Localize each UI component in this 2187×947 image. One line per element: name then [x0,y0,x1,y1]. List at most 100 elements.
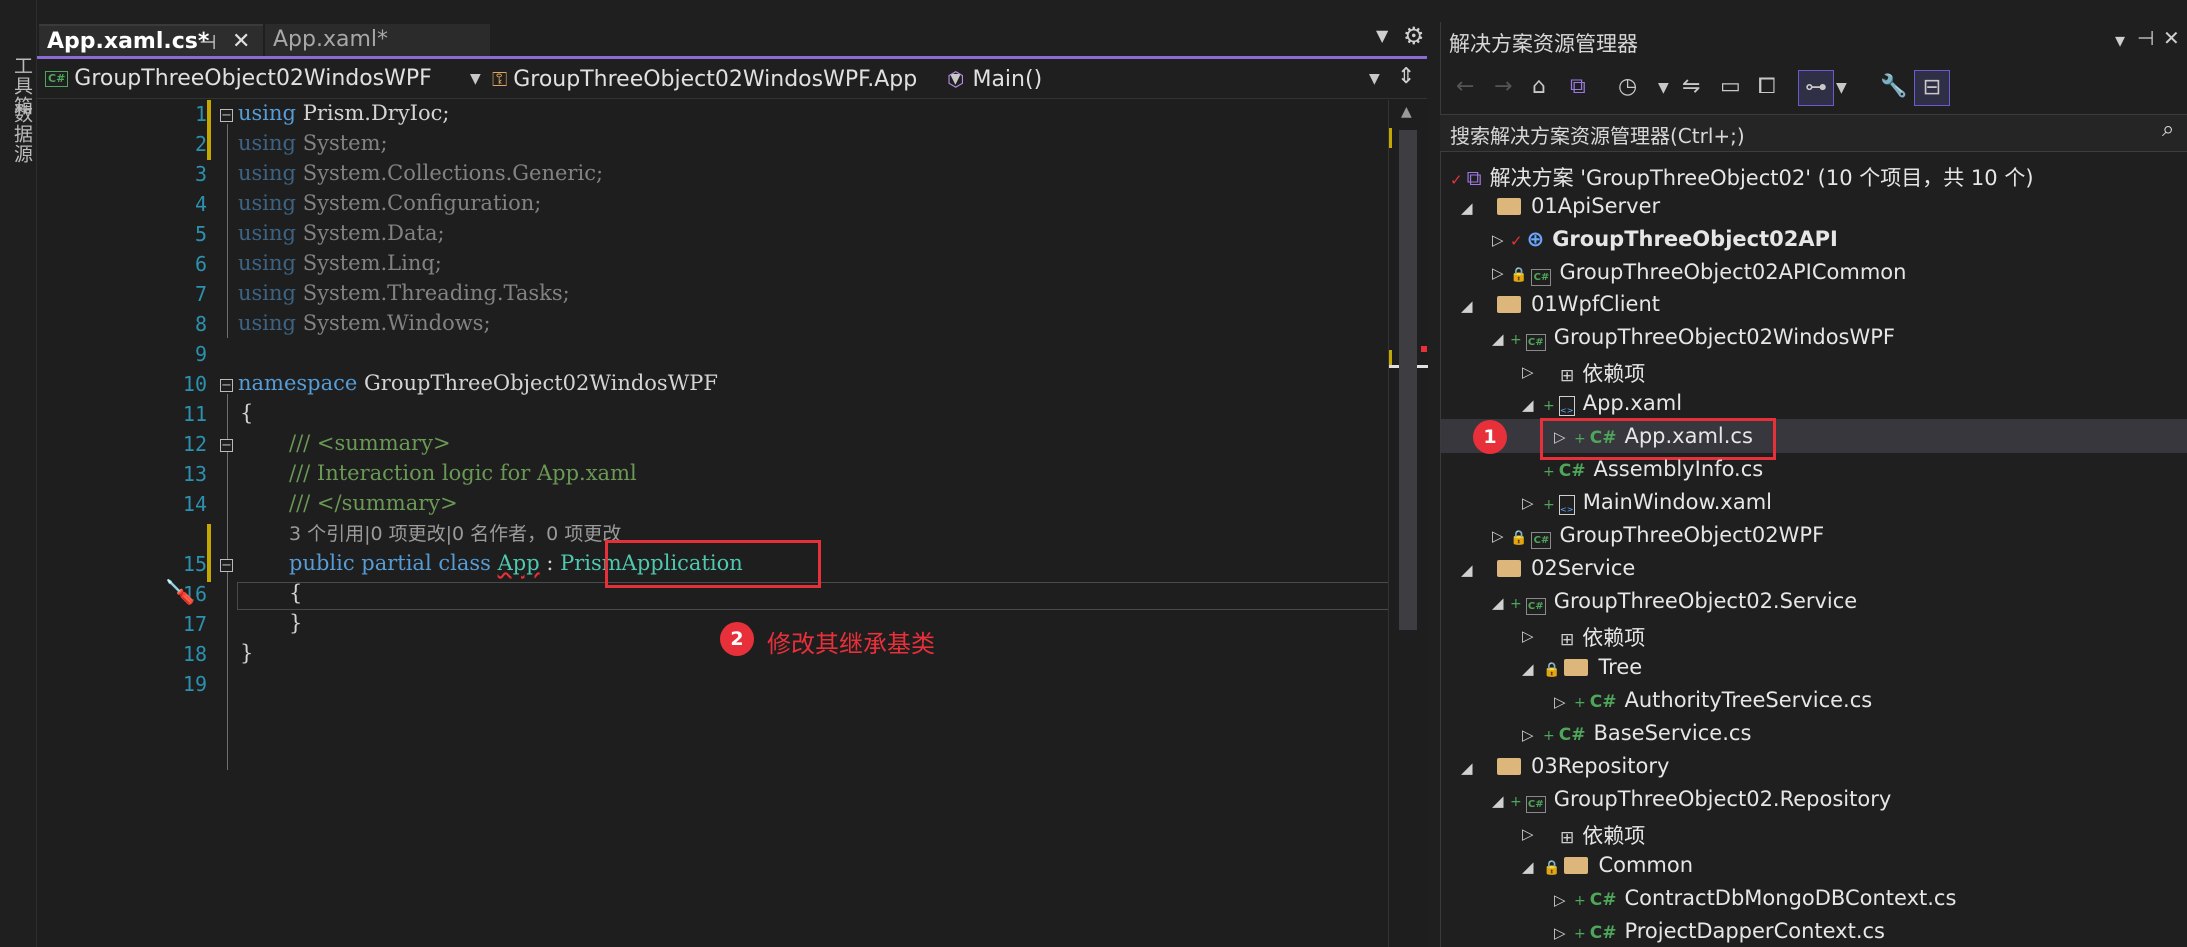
code-area[interactable]: 1 2 3 4 5 6 7 8 9 10 11 12 13 14 15 16 1… [37,100,1392,947]
collapse-all-icon[interactable]: ▭ [1720,74,1741,99]
solution-explorer-toolbar: ← → ⌂ ⧉ ◷ ▼ ⇋ ▭ ⧠ ⊶ ▼ 🔧 ⊟ [1440,66,2187,110]
datasource-tab[interactable]: 数据源 [9,104,36,164]
tree-file[interactable]: + C# AuthorityTreeService.cs [1574,688,1872,712]
tree-file[interactable]: + C# ProjectDapperContext.cs [1574,919,1885,943]
tree-folder[interactable]: 🔒 Common [1543,853,1693,877]
tab-app-xaml-cs[interactable]: App.xaml.cs* ⊣ ✕ [39,24,263,56]
collapsed-arrow-icon[interactable]: ▷ [1554,924,1566,942]
tree-file-selected[interactable]: + C# App.xaml.cs [1574,424,1753,448]
home-icon[interactable]: ⌂ [1532,74,1546,99]
member-selector[interactable]: ⬡ Main() ▼ [947,64,1387,94]
solution-search-box[interactable]: 搜索解决方案资源管理器(Ctrl+;) ⌕ [1440,114,2187,152]
tree-project[interactable]: 🔒 C# GroupThreeObject02APICommon [1510,260,1906,286]
collapsed-arrow-icon[interactable]: ▷ [1554,891,1566,909]
close-icon[interactable]: ✕ [232,26,250,58]
tree-project[interactable]: + C# GroupThreeObject02WindosWPF [1510,325,1895,351]
tree-project[interactable]: 🔒 C# GroupThreeObject02WPF [1510,523,1824,549]
tree-file[interactable]: + <> MainWindow.xaml [1543,490,1772,515]
added-icon: + [1574,431,1586,447]
tree-view-toggle-icon[interactable]: ⊶ [1798,70,1834,106]
collapsed-arrow-icon[interactable]: ▷ [1554,428,1566,446]
project-selector[interactable]: C# GroupThreeObject02WindosWPF ▼ [45,64,485,94]
collapsed-arrow-icon[interactable]: ▷ [1492,527,1504,545]
collapsed-arrow-icon[interactable]: ▷ [1492,264,1504,282]
tree-project[interactable]: + C# GroupThreeObject02.Repository [1510,787,1891,813]
tree-folder[interactable]: 03Repository [1497,754,1669,778]
collapsed-arrow-icon[interactable]: ▷ [1522,494,1534,512]
expand-arrow-icon[interactable]: ◢ [1492,594,1504,612]
expand-arrow-icon[interactable]: ◢ [1522,858,1534,876]
pin-icon[interactable]: ⊣ [199,26,216,58]
scroll-thumb[interactable] [1399,130,1417,630]
tab-list-dropdown-icon[interactable]: ▼ [1376,26,1388,45]
tree-file[interactable]: + C# BaseService.cs [1543,721,1751,745]
editor-scrollbar[interactable]: ▲ [1388,100,1428,947]
tree-project[interactable]: + C# GroupThreeObject02.Service [1510,589,1857,615]
forward-icon[interactable]: → [1494,74,1512,99]
solution-node[interactable]: ✓ ⧉ 解决方案 'GroupThreeObject02' (10 个项目，共 10… [1450,162,2034,192]
expand-arrow-icon[interactable]: ◢ [1522,660,1534,678]
tree-file[interactable]: + C# AssemblyInfo.cs [1543,457,1763,481]
tree-folder[interactable]: 01WpfClient [1497,292,1660,316]
added-icon: + [1543,497,1555,513]
pin-icon[interactable]: ⊣ [2137,26,2154,50]
quick-actions-icon[interactable]: 🪛 [165,578,195,606]
collapsed-arrow-icon[interactable]: ▷ [1554,693,1566,711]
tree-item-label: 依赖项 [1582,362,1646,386]
split-icon[interactable]: ⇕ [1397,64,1415,89]
collapsed-arrow-icon[interactable]: ▷ [1522,363,1534,381]
scroll-up-icon[interactable]: ▲ [1401,104,1412,120]
collapsed-arrow-icon[interactable]: ▷ [1522,825,1534,843]
tree-file[interactable]: + <> App.xaml [1543,391,1682,416]
back-icon[interactable]: ← [1456,74,1474,99]
code-text: System.Threading.Tasks; [302,281,570,305]
keyword: using [238,251,296,275]
switch-views-icon[interactable]: ⧉ [1570,74,1586,99]
gear-icon[interactable]: ⚙ [1403,22,1425,50]
added-icon: + [1510,596,1522,612]
dependencies-icon: ⊞ [1560,366,1575,386]
tree-project[interactable]: ✓ ⊕ GroupThreeObject02API [1510,227,1838,251]
expand-arrow-icon[interactable]: ◢ [1461,199,1473,217]
properties-wrench-icon[interactable]: 🔧 [1880,74,1907,99]
search-icon[interactable]: ⌕ [2162,117,2174,142]
added-icon: + [1510,332,1522,348]
code-line: using System.Configuration; [238,191,541,215]
tree-dependencies[interactable]: ⊞ 依赖项 [1560,820,1645,850]
expand-arrow-icon[interactable]: ◢ [1461,297,1473,315]
pending-changes-filter-icon[interactable]: ◷ [1618,74,1637,99]
step-2-note: 修改其继承基类 [767,630,935,658]
tree-file[interactable]: + C# ContractDbMongoDBContext.cs [1574,886,1956,910]
csharp-file-icon: C# [1589,923,1617,943]
sync-icon[interactable]: ⇋ [1682,74,1700,99]
chevron-down-icon[interactable]: ▼ [1836,80,1847,96]
show-all-files-icon[interactable]: ⧠ [1758,74,1776,99]
class-selector[interactable]: ⚿ GroupThreeObject02WindosWPF.App ▼ [492,64,967,94]
tree-item-label: AssemblyInfo.cs [1593,457,1764,481]
tab-label: App.xaml.cs* [47,29,210,54]
tree-dependencies[interactable]: ⊞ 依赖项 [1560,622,1645,652]
collapse-icon[interactable]: − [220,559,233,572]
collapsed-arrow-icon[interactable]: ▷ [1522,726,1534,744]
tree-folder[interactable]: 02Service [1497,556,1635,580]
collapse-icon[interactable]: − [220,439,233,452]
expand-arrow-icon[interactable]: ◢ [1461,759,1473,777]
expand-arrow-icon[interactable]: ◢ [1522,396,1534,414]
tree-dependencies[interactable]: ⊞ 依赖项 [1560,358,1645,388]
chevron-down-icon[interactable]: ▼ [1658,80,1669,96]
collapse-icon[interactable]: − [220,379,233,392]
close-icon[interactable]: ✕ [2163,26,2180,50]
tree-folder[interactable]: 🔒 Tree [1543,655,1642,679]
preview-selected-icon[interactable]: ⊟ [1914,70,1950,106]
expand-arrow-icon[interactable]: ◢ [1492,330,1504,348]
expand-arrow-icon[interactable]: ◢ [1461,561,1473,579]
collapse-icon[interactable]: − [220,109,233,122]
expand-arrow-icon[interactable]: ◢ [1492,792,1504,810]
codelens[interactable]: 3 个引用|0 项更改|0 名作者，0 项更改 [289,519,621,546]
panel-dropdown-icon[interactable]: ▾ [2115,28,2125,52]
tree-folder[interactable]: 01ApiServer [1497,194,1660,218]
collapsed-arrow-icon[interactable]: ▷ [1492,231,1504,249]
tab-app-xaml[interactable]: App.xaml* [265,24,490,56]
collapsed-arrow-icon[interactable]: ▷ [1522,627,1534,645]
comment-line: /// Interaction logic for App.xaml [289,461,637,485]
